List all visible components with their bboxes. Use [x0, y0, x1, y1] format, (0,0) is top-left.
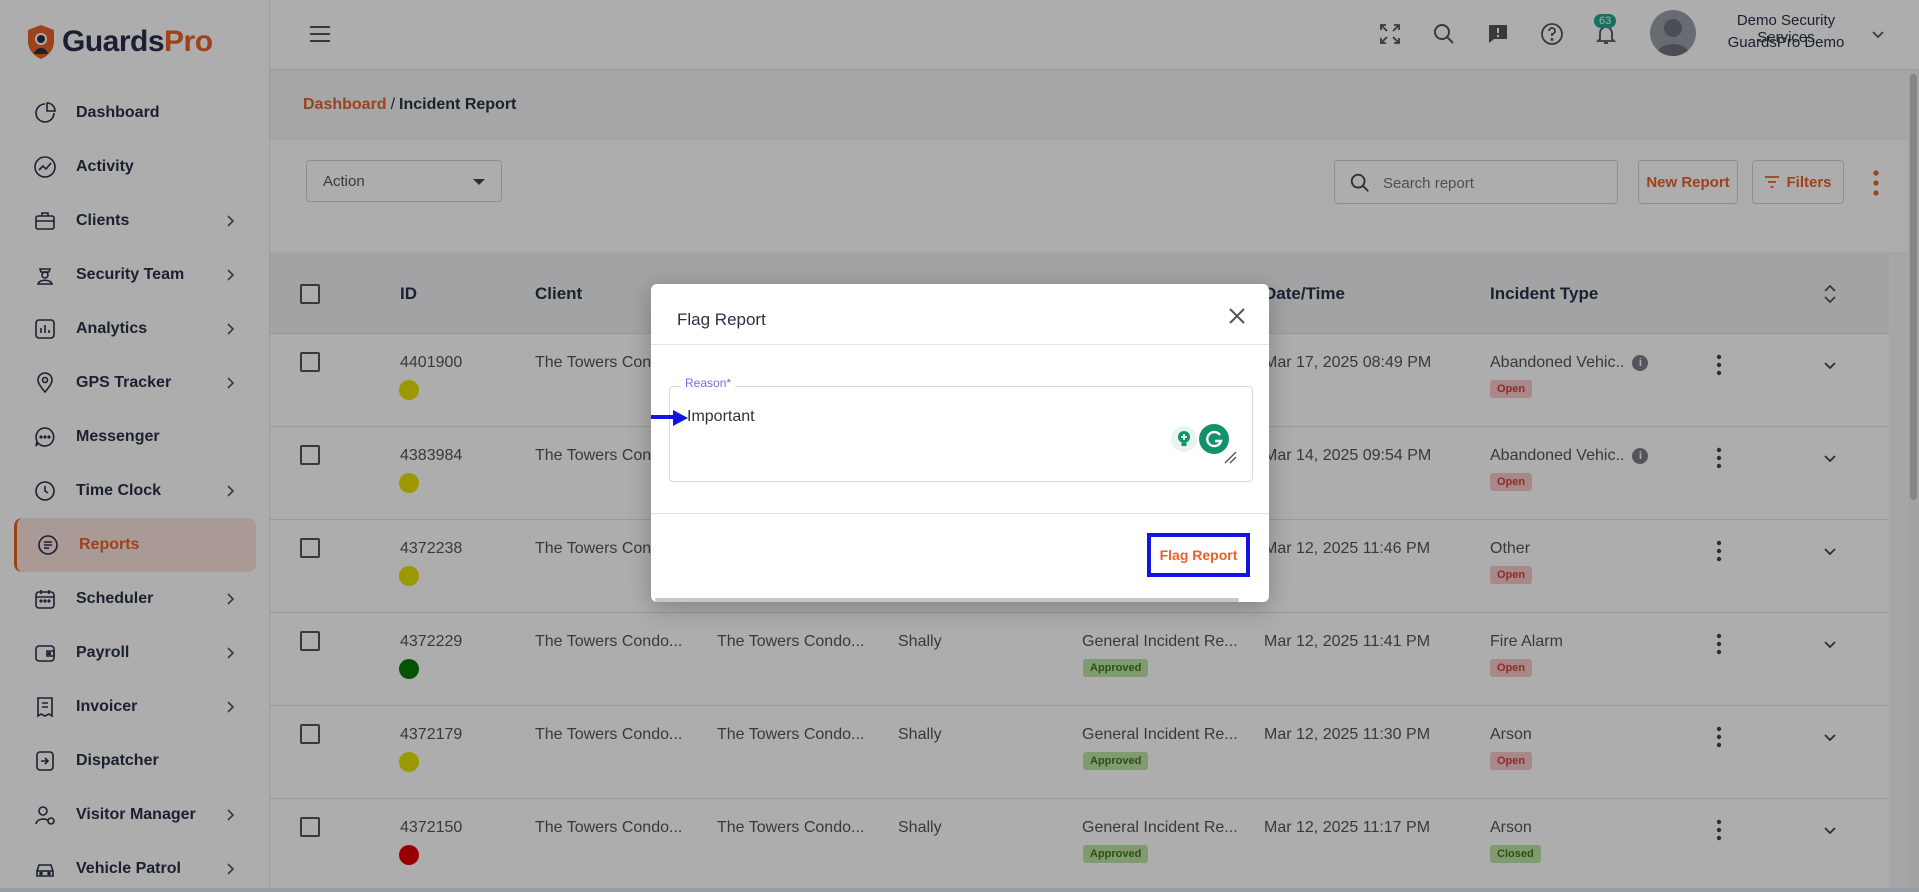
flag-report-button[interactable]: Flag Report [1147, 533, 1250, 577]
reason-value[interactable]: Important [687, 408, 755, 426]
divider [651, 344, 1269, 345]
arrow-right-icon [651, 410, 688, 426]
modal-scrollbar[interactable] [655, 598, 1239, 602]
lightbulb-icon[interactable] [1171, 426, 1197, 452]
reason-textarea[interactable] [669, 386, 1253, 482]
resize-handle-icon[interactable] [1223, 450, 1237, 464]
reason-label: Reason* [681, 376, 736, 390]
divider [651, 513, 1269, 514]
flag-report-dialog: Flag Report Reason* Important Flag Repor… [651, 284, 1269, 602]
modal-title: Flag Report [677, 310, 766, 329]
close-icon[interactable] [1225, 304, 1249, 328]
